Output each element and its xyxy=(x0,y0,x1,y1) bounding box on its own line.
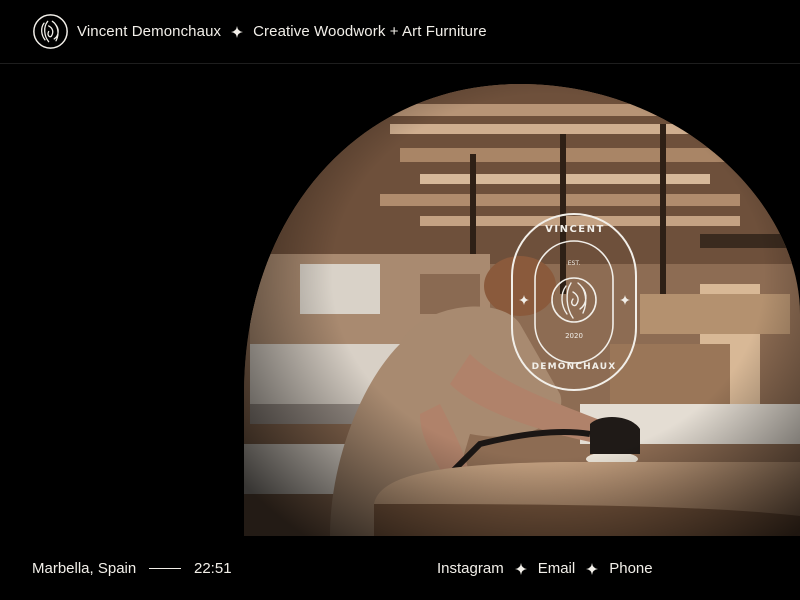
site-footer: Marbella, Spain 22:51 Instagram Email Ph… xyxy=(0,536,800,600)
instagram-link[interactable]: Instagram xyxy=(437,560,504,577)
contact-links: Instagram Email Phone xyxy=(437,560,653,577)
site-name[interactable]: Vincent Demonchaux xyxy=(77,23,221,40)
site-header: Vincent Demonchaux Creative Woodwork + A… xyxy=(0,0,800,64)
four-point-star-icon xyxy=(514,562,527,575)
four-point-star-icon xyxy=(231,25,244,38)
local-time: 22:51 xyxy=(194,560,232,577)
phone-link[interactable]: Phone xyxy=(609,560,652,577)
header-title: Vincent Demonchaux Creative Woodwork + A… xyxy=(77,23,487,40)
badge-top-text: VINCENT xyxy=(545,224,605,235)
badge-est-label: EST. xyxy=(567,260,581,267)
site-tagline: Creative Woodwork + Art Furniture xyxy=(253,23,487,40)
divider-line xyxy=(149,568,181,569)
wood-rings-logo-icon[interactable] xyxy=(32,13,69,50)
badge-year: 2020 xyxy=(565,332,583,340)
badge-bottom-text: DEMONCHAUX xyxy=(531,362,617,372)
four-point-star-icon xyxy=(586,562,599,575)
location-text: Marbella, Spain xyxy=(32,560,137,577)
hero-section: VINCENT EST. 2020 DEMONCHAUX xyxy=(0,64,800,536)
email-link[interactable]: Email xyxy=(538,560,576,577)
workshop-photo xyxy=(244,84,800,536)
